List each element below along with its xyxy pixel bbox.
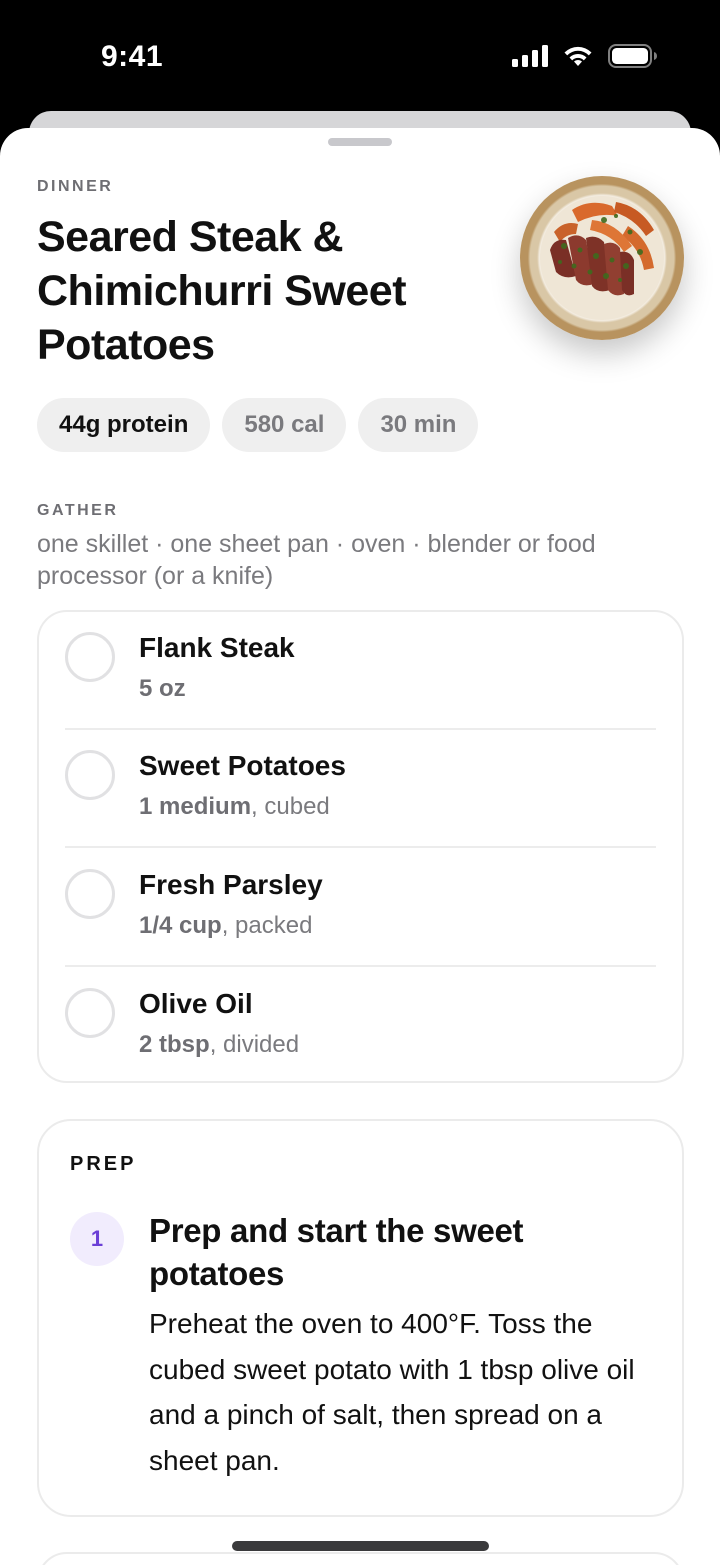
ingredients-card: Flank Steak 5 oz Sweet Potatoes 1 medium…	[37, 610, 684, 1083]
ingredient-quantity: 1/4 cup	[139, 912, 222, 939]
ingredient-row[interactable]: Sweet Potatoes 1 medium, cubed	[39, 730, 682, 848]
wifi-icon	[564, 46, 592, 66]
step-title: Prep and start the sweet potatoes	[149, 1212, 524, 1292]
calories-chip: 580 cal	[222, 398, 347, 452]
dish-photo	[520, 176, 684, 340]
recipe-title: Seared Steak & Chimichurri Sweet Potatoe…	[37, 213, 407, 369]
ingredient-checkbox[interactable]	[65, 988, 115, 1038]
step-number-badge: 1	[70, 1212, 124, 1266]
protein-chip: 44g protein	[37, 398, 211, 452]
nutrition-chips: 44g protein 580 cal 30 min	[37, 398, 479, 452]
ingredient-note: , divided	[209, 1031, 300, 1058]
status-bar: 9:41	[0, 0, 720, 112]
home-indicator[interactable]	[232, 1541, 489, 1551]
ingredient-checkbox[interactable]	[65, 750, 115, 800]
meal-type-label: DINNER	[37, 178, 114, 195]
ingredient-note: , cubed	[251, 793, 330, 820]
ingredient-checkbox[interactable]	[65, 869, 115, 919]
ingredient-note: , packed	[221, 912, 313, 939]
ingredient-checkbox[interactable]	[65, 632, 115, 682]
status-time: 9:41	[101, 40, 164, 73]
recipe-sheet: DINNER Seared Steak & Chimichurri Sweet …	[0, 128, 720, 1565]
step-instructions: Preheat the oven to 400°F. Toss the cube…	[149, 1308, 635, 1476]
ingredient-name: Olive Oil	[139, 988, 253, 1019]
ingredient-row[interactable]: Flank Steak 5 oz	[39, 612, 682, 730]
divider	[65, 846, 656, 848]
ingredient-row[interactable]: Fresh Parsley 1/4 cup, packed	[39, 849, 682, 967]
divider	[65, 965, 656, 967]
ingredient-quantity: 2 tbsp	[139, 1031, 210, 1058]
ingredient-detail: 2 tbsp, divided	[139, 1031, 299, 1059]
status-icons	[512, 44, 658, 68]
ingredient-name: Sweet Potatoes	[139, 750, 346, 781]
signal-icon	[512, 45, 548, 67]
ingredient-quantity: 1 medium	[139, 793, 252, 820]
battery-icon	[608, 44, 657, 68]
dish-photo-illustration	[540, 196, 664, 320]
ingredient-detail: 1 medium, cubed	[139, 793, 330, 821]
ingredient-quantity: 5 oz	[139, 675, 186, 702]
sheet-grabber[interactable]	[328, 138, 392, 146]
ingredient-detail: 1/4 cup, packed	[139, 912, 312, 940]
ingredient-row[interactable]: Olive Oil 2 tbsp, divided	[39, 968, 682, 1086]
prep-card: PREP 1 Prep and start the sweet potatoes…	[37, 1119, 684, 1517]
ingredient-name: Flank Steak	[139, 632, 295, 663]
time-chip: 30 min	[358, 398, 479, 452]
gather-label: GATHER	[37, 502, 119, 519]
ingredient-name: Fresh Parsley	[139, 869, 323, 900]
next-step-card	[37, 1552, 684, 1565]
ingredient-detail: 5 oz	[139, 675, 186, 703]
prep-label: PREP	[70, 1153, 137, 1175]
equipment-list: one skillet · one sheet pan · oven · ble…	[37, 530, 596, 590]
